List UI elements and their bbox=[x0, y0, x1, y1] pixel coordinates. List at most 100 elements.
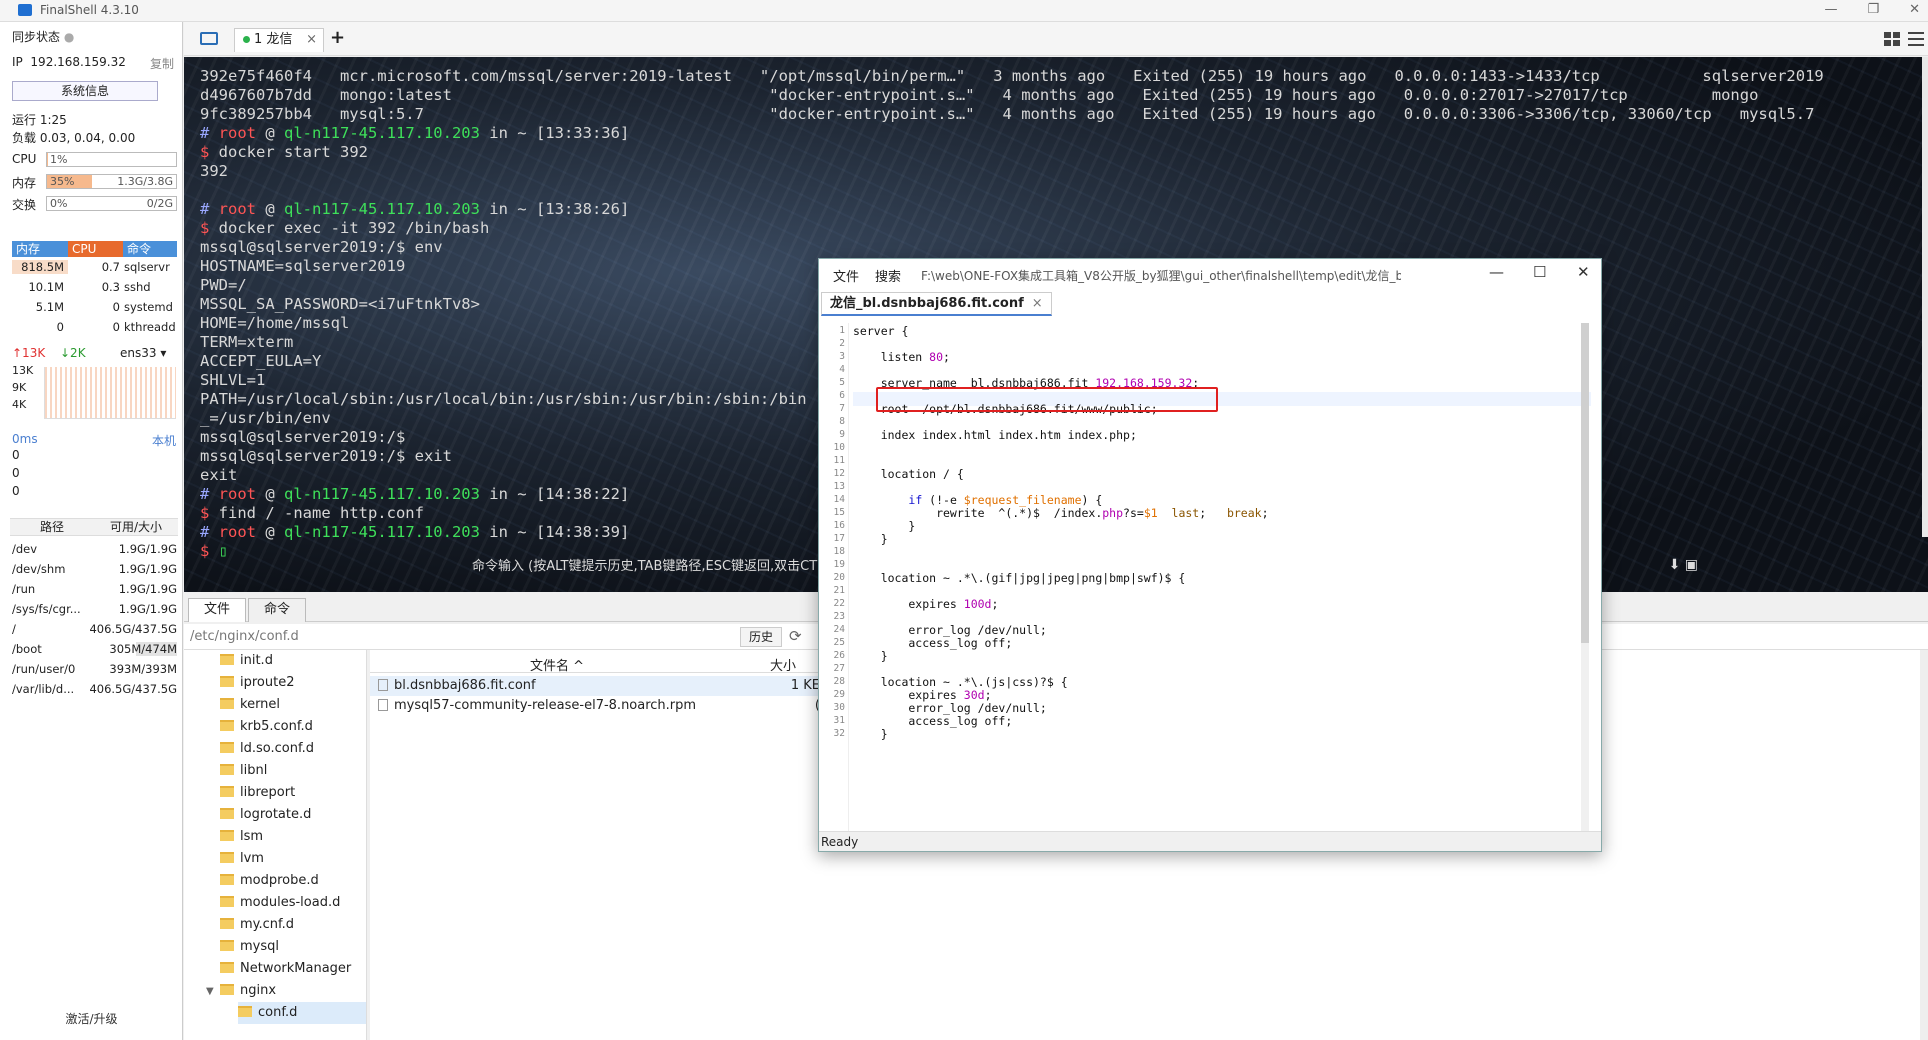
code-line: } bbox=[853, 532, 888, 546]
terminal-scrollbar[interactable] bbox=[1922, 57, 1928, 537]
editor-scrollbar[interactable] bbox=[1581, 323, 1589, 833]
line-number: 24 bbox=[833, 624, 845, 635]
proc-col-cmd[interactable]: 命令 bbox=[123, 241, 177, 257]
folder-icon bbox=[220, 830, 234, 841]
editor-scroll-thumb[interactable] bbox=[1581, 323, 1589, 643]
tree-folder[interactable]: init.d bbox=[220, 650, 273, 672]
line-number: 25 bbox=[833, 637, 845, 648]
tree-folder[interactable]: iproute2 bbox=[220, 672, 294, 694]
app-title: FinalShell 4.3.10 bbox=[40, 3, 139, 17]
line-number: 14 bbox=[833, 494, 845, 505]
folder-icon bbox=[238, 1006, 252, 1017]
tree-folder[interactable]: lsm bbox=[220, 826, 263, 848]
tree-folder[interactable]: NetworkManager bbox=[220, 958, 351, 980]
close-file-tab-icon[interactable]: × bbox=[1032, 296, 1043, 311]
tree-folder[interactable]: modules-load.d bbox=[220, 892, 340, 914]
folder-open-icon[interactable] bbox=[200, 32, 218, 45]
tab-files[interactable]: 文件 bbox=[188, 598, 247, 622]
disk-col-size[interactable]: 可用/大小 bbox=[94, 519, 178, 535]
code-line: expires 30d; bbox=[853, 688, 992, 702]
tree-folder[interactable]: libreport bbox=[220, 782, 295, 804]
command-input-hint[interactable]: 命令输入 (按ALT键提示历史,TAB键路径,ESC键返回,双击CTR bbox=[472, 555, 826, 574]
line-number: 5 bbox=[839, 377, 845, 388]
code-line: } bbox=[853, 649, 888, 663]
restore-icon[interactable]: ❐ bbox=[1867, 2, 1879, 17]
editor-file-path: F:\web\ONE-FOX集成工具箱_V8公开版_by狐狸\gui_other… bbox=[921, 269, 1401, 283]
file-icon bbox=[378, 679, 388, 691]
file-list-scrollbar[interactable] bbox=[1920, 650, 1928, 1040]
tab-commands[interactable]: 命令 bbox=[248, 598, 307, 622]
line-number: 21 bbox=[833, 585, 845, 596]
tree-folder[interactable]: libnl bbox=[220, 760, 267, 782]
folder-icon bbox=[220, 874, 234, 885]
editor-close-icon[interactable]: ✕ bbox=[1577, 263, 1590, 281]
editor-menu-search[interactable]: 搜索 bbox=[875, 266, 901, 285]
process-row[interactable]: 10.1M 0.3 sshd bbox=[12, 280, 177, 297]
add-tab-button[interactable]: + bbox=[330, 27, 345, 48]
tree-folder[interactable]: logrotate.d bbox=[220, 804, 311, 826]
col-size[interactable]: 大小 bbox=[770, 655, 796, 674]
memory-usage-bar: 35% 1.3G/3.8G bbox=[46, 174, 177, 189]
close-tab-icon[interactable]: × bbox=[306, 29, 317, 51]
col-filename[interactable]: 文件名 ^ bbox=[530, 655, 584, 674]
folder-icon bbox=[220, 896, 234, 907]
code-line: location ~ .*\.(gif|jpg|jpeg|png|bmp|swf… bbox=[853, 571, 1186, 585]
session-tab[interactable]: 1 龙信 × bbox=[234, 28, 324, 52]
disk-col-path[interactable]: 路径 bbox=[10, 519, 94, 535]
tree-folder-selected[interactable]: conf.d bbox=[238, 1002, 366, 1024]
proc-col-mem[interactable]: 内存 bbox=[12, 241, 68, 257]
download-icon[interactable]: ⬇ bbox=[1669, 557, 1681, 573]
code-line: expires 100d; bbox=[853, 597, 999, 611]
file-row[interactable]: mysql57-community-release-el7-8.noarch.r… bbox=[370, 696, 820, 716]
disk-row: /sys/fs/cgr... 1.9G/1.9G bbox=[12, 602, 177, 616]
expand-caret-icon[interactable]: ▼ bbox=[206, 986, 214, 997]
code-line: if (!-e $request_filename) { bbox=[908, 493, 1103, 507]
tree-folder[interactable]: kernel bbox=[220, 694, 280, 716]
code-line: error_log /dev/null; bbox=[853, 701, 1047, 715]
folder-icon bbox=[220, 720, 234, 731]
ping-value: 0 bbox=[12, 466, 20, 480]
tree-folder[interactable]: nginx bbox=[220, 980, 276, 1002]
history-button[interactable]: 历史 bbox=[740, 627, 783, 647]
net-interface-select[interactable]: ens33 ▾ bbox=[120, 346, 166, 360]
process-row[interactable]: 5.1M 0 systemd bbox=[12, 300, 177, 317]
disk-row: /dev/shm 1.9G/1.9G bbox=[12, 562, 177, 576]
disk-table-header: 路径 可用/大小 bbox=[10, 518, 178, 536]
editor-menu-file[interactable]: 文件 bbox=[833, 266, 859, 285]
terminal-line: mssql@sqlserver2019:/$ env bbox=[200, 238, 443, 256]
line-number: 29 bbox=[833, 689, 845, 700]
sync-status-label: 同步状态 ● bbox=[12, 30, 75, 44]
folder-icon bbox=[220, 676, 234, 687]
terminal-line: 9fc389257bb4 mysql:5.7 "docker-entrypoin… bbox=[200, 105, 1815, 123]
system-monitor-sidebar: 同步状态 ● IP 192.168.159.32 复制 系统信息 运行 1:25… bbox=[0, 22, 183, 1040]
process-row[interactable]: 0 0 kthreadd bbox=[12, 320, 177, 337]
close-icon[interactable]: ✕ bbox=[1909, 2, 1920, 17]
tree-folder[interactable]: mysql bbox=[220, 936, 279, 958]
code-line: server { bbox=[853, 324, 909, 338]
ping-target[interactable]: 本机 bbox=[152, 432, 176, 449]
editor-file-tab[interactable]: 龙信_bl.dsnbbaj686.fit.conf × bbox=[821, 292, 1052, 316]
menu-icon[interactable] bbox=[1908, 32, 1924, 46]
session-tab-strip: 1 龙信 × + bbox=[184, 22, 1928, 56]
file-row[interactable]: bl.dsnbbaj686.fit.conf 1 KE bbox=[370, 676, 820, 696]
tree-folder[interactable]: my.cnf.d bbox=[220, 914, 294, 936]
minimize-icon[interactable]: — bbox=[1824, 2, 1837, 17]
activate-upgrade-link[interactable]: 激活/升级 bbox=[0, 1010, 183, 1027]
copy-ip-button[interactable]: 复制 bbox=[150, 55, 174, 72]
editor-maximize-icon[interactable]: ☐ bbox=[1533, 263, 1546, 281]
terminal-line: $ docker exec -it 392 /bin/bash bbox=[200, 219, 490, 237]
grid-layout-icon[interactable] bbox=[1884, 32, 1900, 46]
tree-folder[interactable]: krb5.conf.d bbox=[220, 716, 313, 738]
process-row[interactable]: 818.5M 0.7 sqlservr bbox=[12, 260, 177, 277]
proc-col-cpu[interactable]: CPU bbox=[68, 241, 123, 257]
tree-folder[interactable]: ld.so.conf.d bbox=[220, 738, 314, 760]
current-path-input[interactable]: /etc/nginx/conf.d bbox=[190, 629, 299, 644]
tree-folder[interactable]: lvm bbox=[220, 848, 264, 870]
folder-icon bbox=[220, 984, 234, 995]
refresh-icon[interactable]: ⟳ bbox=[789, 627, 802, 645]
terminal-line: 392 bbox=[200, 162, 228, 180]
window-icon[interactable]: ▣ bbox=[1685, 557, 1698, 573]
editor-minimize-icon[interactable]: — bbox=[1489, 263, 1504, 281]
system-info-button[interactable]: 系统信息 bbox=[12, 81, 158, 101]
tree-folder[interactable]: modprobe.d bbox=[220, 870, 319, 892]
